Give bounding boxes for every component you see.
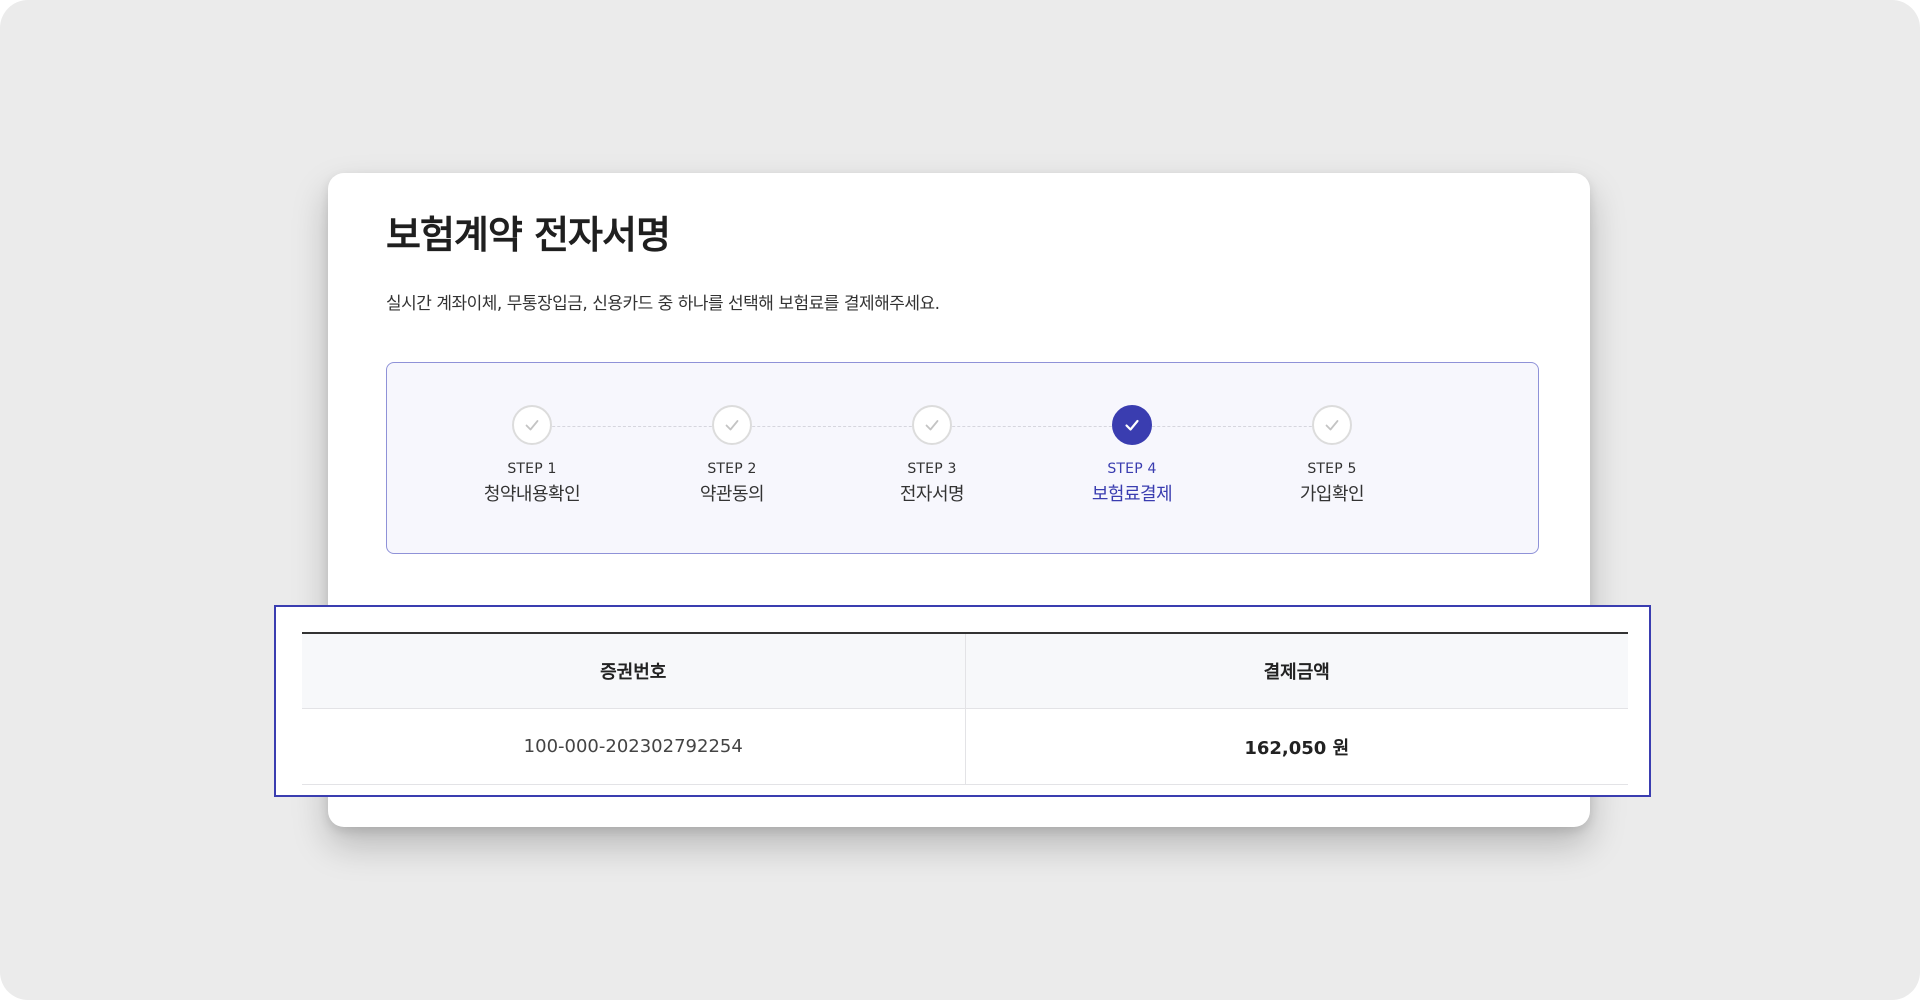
step-3-label: 전자서명 <box>899 484 965 505</box>
check-icon <box>925 420 939 431</box>
step-2-label: 약관동의 <box>699 484 765 505</box>
step-1: STEP 1 청약내용확인 <box>452 405 612 506</box>
step-1-label: 청약내용확인 <box>483 484 581 505</box>
step-5-indicator <box>1312 405 1352 445</box>
step-4-label: 보험료결제 <box>1091 484 1173 505</box>
step-1-indicator <box>512 405 552 445</box>
step-5: STEP 5 가입확인 <box>1252 405 1412 506</box>
payment-info-highlight: 증권번호 결제금액 100-000-202302792254 162,050 원 <box>274 605 1651 797</box>
step-5-number: STEP 5 <box>1307 461 1357 477</box>
page-description: 실시간 계좌이체, 무통장입금, 신용카드 중 하나를 선택해 보험료를 결제해… <box>386 294 940 314</box>
page-title: 보험계약 전자서명 <box>386 213 671 257</box>
step-4: STEP 4 보험료결제 <box>1052 405 1212 506</box>
payment-info-table: 증권번호 결제금액 100-000-202302792254 162,050 원 <box>302 632 1628 785</box>
step-2: STEP 2 약관동의 <box>652 405 812 506</box>
screen-backdrop: 보험계약 전자서명 실시간 계좌이체, 무통장입금, 신용카드 중 하나를 선택… <box>0 0 1920 1000</box>
step-3-number: STEP 3 <box>907 461 957 477</box>
table-row: 100-000-202302792254 162,050 원 <box>302 708 1628 785</box>
step-3: STEP 3 전자서명 <box>852 405 1012 506</box>
step-2-number: STEP 2 <box>707 461 757 477</box>
check-icon <box>1125 419 1139 431</box>
check-icon <box>525 420 539 431</box>
policy-number-value: 100-000-202302792254 <box>302 708 965 785</box>
step-4-number: STEP 4 <box>1107 461 1157 477</box>
step-2-indicator <box>712 405 752 445</box>
step-3-indicator <box>912 405 952 445</box>
check-icon <box>725 420 739 431</box>
payment-amount-value: 162,050 원 <box>964 708 1628 785</box>
check-icon <box>1325 420 1339 431</box>
table-header-row: 증권번호 결제금액 <box>302 633 1628 709</box>
column-header-payment-amount: 결제금액 <box>964 633 1628 709</box>
step-5-label: 가입확인 <box>1299 484 1365 505</box>
step-1-number: STEP 1 <box>507 461 557 477</box>
column-header-policy-number: 증권번호 <box>302 633 965 709</box>
progress-stepper: STEP 1 청약내용확인 STEP 2 약관동의 STEP 3 전자서명 ST… <box>386 362 1539 554</box>
step-4-indicator <box>1112 405 1152 445</box>
